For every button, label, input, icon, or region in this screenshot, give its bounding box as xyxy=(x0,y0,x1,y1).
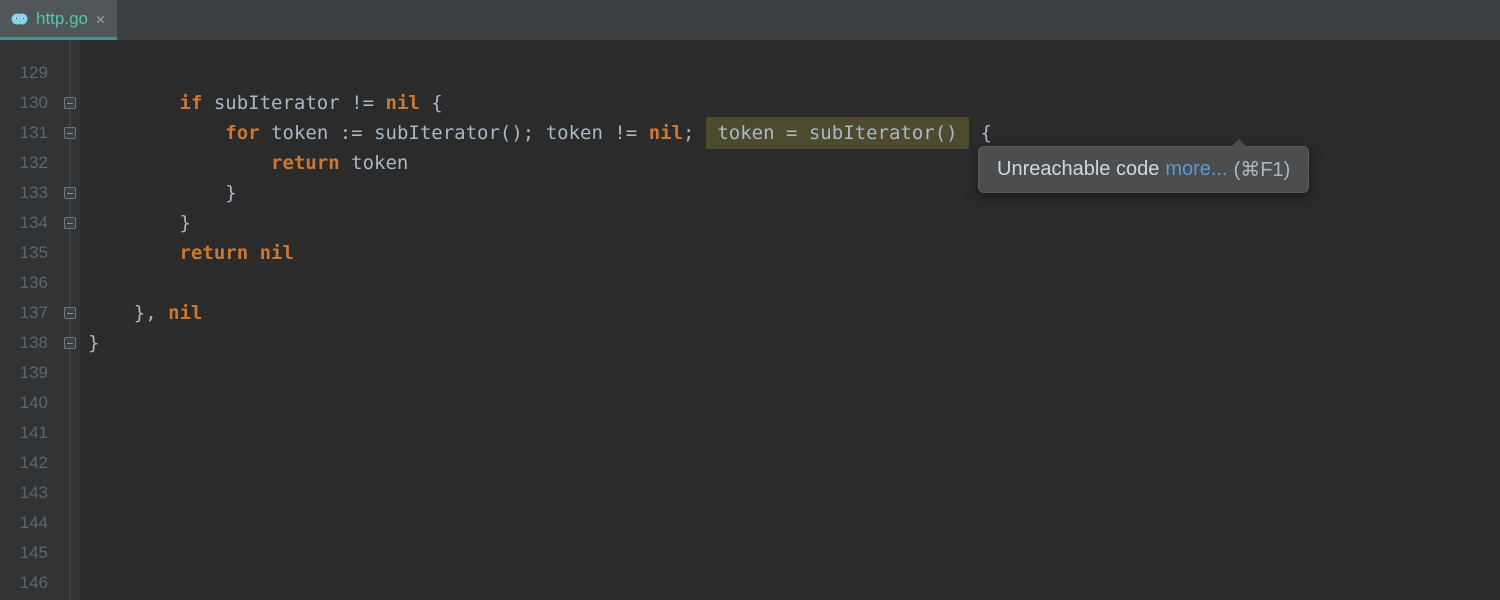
line-number: 144 xyxy=(0,508,60,538)
line-number: 146 xyxy=(0,568,60,598)
go-file-icon xyxy=(10,10,28,28)
tab-label: http.go xyxy=(36,9,88,29)
code-area[interactable]: if subIterator != nil { for token := sub… xyxy=(80,40,1500,600)
code-line[interactable] xyxy=(80,58,1500,88)
line-number: 143 xyxy=(0,478,60,508)
highlighted-unreachable[interactable]: token = subIterator() xyxy=(706,117,969,149)
code-line[interactable] xyxy=(80,508,1500,538)
fold-marker-icon[interactable] xyxy=(64,187,76,199)
tab-bar: http.go ✕ xyxy=(0,0,1500,40)
fold-marker-icon[interactable] xyxy=(64,127,76,139)
line-number: 134 xyxy=(0,208,60,238)
fold-marker-icon[interactable] xyxy=(64,307,76,319)
tooltip-more-link[interactable]: more... xyxy=(1165,158,1227,181)
line-number: 142 xyxy=(0,448,60,478)
line-number: 131 xyxy=(0,118,60,148)
code-line[interactable] xyxy=(80,538,1500,568)
line-number: 145 xyxy=(0,538,60,568)
code-line[interactable]: } xyxy=(80,208,1500,238)
line-number: 130 xyxy=(0,88,60,118)
code-line[interactable] xyxy=(80,478,1500,508)
line-number: 139 xyxy=(0,358,60,388)
fold-gutter xyxy=(60,40,80,600)
line-number: 133 xyxy=(0,178,60,208)
tooltip-shortcut: (⌘F1) xyxy=(1234,157,1291,182)
fold-marker-icon[interactable] xyxy=(64,97,76,109)
line-number: 132 xyxy=(0,148,60,178)
line-number-gutter: 1291301311321331341351361371381391401411… xyxy=(0,40,60,600)
code-line[interactable]: for token := subIterator(); token != nil… xyxy=(80,118,1500,148)
editor-area: 1291301311321331341351361371381391401411… xyxy=(0,40,1500,600)
code-line[interactable]: } xyxy=(80,328,1500,358)
tab-http-go[interactable]: http.go ✕ xyxy=(0,0,117,40)
line-number: 135 xyxy=(0,238,60,268)
line-number: 140 xyxy=(0,388,60,418)
code-line[interactable]: if subIterator != nil { xyxy=(80,88,1500,118)
line-number: 136 xyxy=(0,268,60,298)
code-line[interactable] xyxy=(80,568,1500,598)
fold-marker-icon[interactable] xyxy=(64,217,76,229)
line-number: 137 xyxy=(0,298,60,328)
code-line[interactable] xyxy=(80,358,1500,388)
code-line[interactable] xyxy=(80,268,1500,298)
line-number: 141 xyxy=(0,418,60,448)
fold-marker-icon[interactable] xyxy=(64,337,76,349)
close-icon[interactable]: ✕ xyxy=(96,10,105,28)
inspection-tooltip[interactable]: Unreachable code more... (⌘F1) xyxy=(978,146,1309,193)
code-line[interactable] xyxy=(80,448,1500,478)
line-number: 129 xyxy=(0,58,60,88)
code-line[interactable]: }, nil xyxy=(80,298,1500,328)
tooltip-message: Unreachable code xyxy=(997,158,1159,181)
code-line[interactable]: return nil xyxy=(80,238,1500,268)
code-line[interactable] xyxy=(80,418,1500,448)
line-number: 138 xyxy=(0,328,60,358)
code-line[interactable] xyxy=(80,388,1500,418)
